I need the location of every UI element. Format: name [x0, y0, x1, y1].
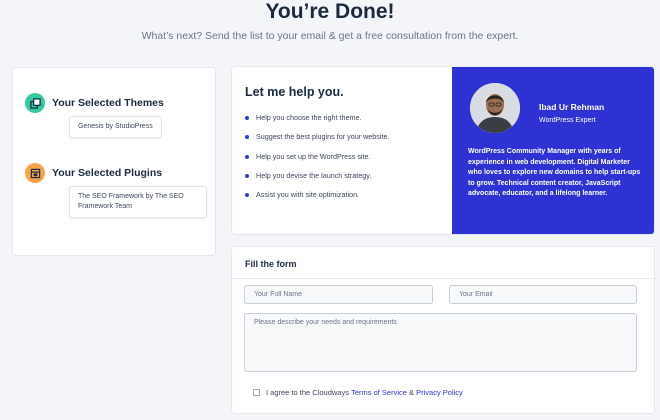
bullet-icon [245, 116, 249, 120]
expert-role: WordPress Expert [539, 117, 596, 124]
expert-bio: WordPress Community Manager with years o… [468, 148, 641, 197]
help-list-item: Suggest the best plugins for your websit… [245, 132, 389, 151]
consent-row: I agree to the Cloudways Terms of Servic… [253, 388, 463, 397]
consent-text: I agree to the Cloudways [266, 388, 349, 397]
contact-form-card: Fill the form I agree to the Cloudways T… [231, 246, 656, 414]
terms-of-service-link[interactable]: Terms of Service [351, 388, 407, 397]
theme-icon [25, 93, 45, 113]
help-card: Let me help you. Help you choose the rig… [231, 66, 655, 235]
bullet-icon [245, 135, 249, 140]
consent-amp: & [409, 388, 415, 397]
themes-section-title: Your Selected Themes [52, 97, 164, 109]
themes-section-header: Your Selected Themes [25, 93, 164, 113]
consent-checkbox[interactable] [253, 389, 260, 396]
selections-card: Your Selected Themes Genesis by StudioPr… [12, 67, 216, 256]
page-subtitle: What’s next? Send the list to your email… [141, 30, 519, 42]
requirements-textarea[interactable] [244, 313, 637, 372]
privacy-policy-link[interactable]: Privacy Policy [416, 388, 463, 397]
help-list-item: Help you choose the right theme. [245, 113, 389, 132]
selected-theme-chip: Genesis by StudioPress [69, 116, 162, 138]
form-divider [232, 278, 656, 279]
help-list: Help you choose the right theme. Suggest… [245, 113, 389, 209]
selected-plugin-chip: The SEO Framework by The SEO Framework T… [69, 186, 207, 218]
plugin-icon [25, 163, 45, 183]
page-title: You’re Done! [265, 0, 395, 23]
help-list-item: Help you set up the WordPress site. [245, 152, 389, 171]
bullet-icon [245, 173, 249, 178]
expert-panel: Ibad Ur Rehman WordPress Expert WordPres… [452, 67, 654, 234]
email-input[interactable] [449, 285, 637, 304]
help-list-item: Help you devise the launch strategy. [245, 171, 389, 190]
help-title: Let me help you. [245, 85, 344, 99]
bullet-icon [245, 193, 249, 198]
help-list-item: Assist you with site optimization. [245, 190, 389, 209]
bullet-icon [245, 154, 249, 159]
expert-name: Ibad Ur Rehman [539, 102, 605, 112]
full-name-input[interactable] [244, 285, 433, 304]
plugins-section-title: Your Selected Plugins [52, 167, 163, 179]
expert-avatar [470, 83, 520, 133]
plugins-section-header: Your Selected Plugins [25, 163, 162, 183]
form-title: Fill the form [245, 259, 297, 269]
